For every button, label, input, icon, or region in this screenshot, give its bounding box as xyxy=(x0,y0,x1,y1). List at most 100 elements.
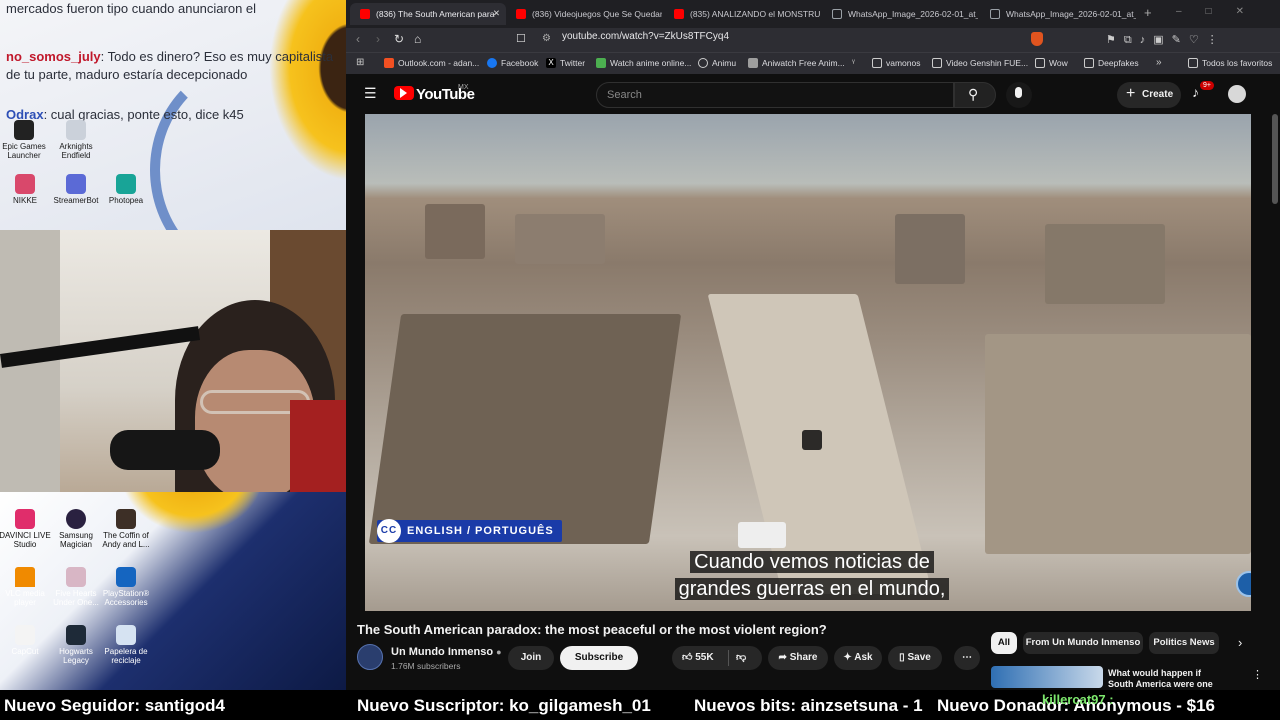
share-button[interactable]: ➦ Share xyxy=(768,646,828,670)
recommended-thumbnail[interactable] xyxy=(991,666,1103,688)
hamburger-menu-icon[interactable]: ☰ xyxy=(364,85,377,102)
video-frame-building xyxy=(1045,224,1165,304)
stream-desktop-top: mercados fueron tipo cuando anunciaron e… xyxy=(0,0,346,230)
microphone-icon xyxy=(1015,87,1022,98)
globe-icon xyxy=(990,9,1000,19)
microsoft-icon xyxy=(384,58,394,68)
microphone xyxy=(110,430,220,470)
ticker-new-bits: Nuevos bits: ainzsetsuna - 1 xyxy=(694,696,923,715)
navigation-bar: ‹ › ↻ ⌂ ☐ ⚙ youtube.com/watch?v=ZkUs8TFC… xyxy=(346,28,1280,52)
chat-message-2: no_somos_july: Todo es dinero? Eso es mu… xyxy=(6,49,334,82)
bookmark-aniwatch[interactable]: Aniwatch Free Anim... xyxy=(748,58,845,68)
desktop-icon-playstation[interactable]: PlayStation® Accessories xyxy=(96,567,156,607)
voice-search-button[interactable] xyxy=(1006,82,1032,108)
arknights-icon xyxy=(66,120,86,140)
video-player[interactable]: CC ENGLISH / PORTUGUÊS Cuando vemos notic… xyxy=(365,114,1251,611)
join-button[interactable]: Join xyxy=(508,646,554,670)
davinci-icon xyxy=(15,509,35,529)
tab-whatsapp-image-1[interactable]: WhatsApp_Image_2026-02-01_at_ xyxy=(822,3,978,25)
tab-youtube-videojuegos[interactable]: (836) Videojuegos Que Se Quedan xyxy=(506,3,662,25)
chevron-right-icon[interactable]: › xyxy=(1238,635,1242,650)
bookmark-folder-deepfakes[interactable]: Deepfakes xyxy=(1084,58,1139,68)
bookmark-folder-genshin[interactable]: Video Genshin FUE... xyxy=(932,58,1028,68)
chip-politics-news[interactable]: Politics News xyxy=(1149,632,1219,654)
folder-icon xyxy=(1188,58,1198,68)
ask-button[interactable]: ✦ Ask xyxy=(834,646,882,670)
channel-watermark-icon[interactable] xyxy=(1236,571,1251,597)
video-frame-building xyxy=(895,214,965,284)
tab-strip: (836) The South American para ✕ (836) Vid… xyxy=(346,0,1280,28)
stream-desktop-bottom: DAVINCI LIVE Studio Samsung Magician The… xyxy=(0,492,346,690)
ticker-new-follower: Nuevo Seguidor: santigod4 xyxy=(4,696,226,715)
video-frame-building xyxy=(425,204,485,259)
tab-youtube-south-american[interactable]: (836) The South American para ✕ xyxy=(350,3,506,25)
desktop-icon-arknights[interactable]: Arknights Endfield xyxy=(46,120,106,160)
bookmark-facebook[interactable]: Facebook xyxy=(487,58,538,68)
bookmark-animu[interactable]: Animu xyxy=(698,58,736,68)
bookmark-folder-wow[interactable]: Wow xyxy=(1035,58,1068,68)
reload-icon[interactable]: ↻ xyxy=(394,32,404,46)
forward-icon[interactable]: › xyxy=(376,32,380,46)
search-input[interactable]: Search xyxy=(596,82,954,108)
chip-from-channel[interactable]: From Un Mundo Inmenso xyxy=(1023,632,1143,654)
vlc-icon xyxy=(15,567,35,587)
channel-name[interactable]: Un Mundo Inmenso ● xyxy=(391,646,502,658)
save-icon: ▯ xyxy=(899,652,905,663)
search-button[interactable]: ⚲ xyxy=(954,82,996,108)
bookmark-folder-vamonos[interactable]: vamonos xyxy=(872,58,921,68)
tab-youtube-analizando[interactable]: (835) ANALIZANDO el MONSTRUO xyxy=(664,3,820,25)
create-button[interactable]: + Create xyxy=(1117,82,1181,108)
hogwarts-icon xyxy=(66,625,86,645)
desktop-icon-recycle-bin[interactable]: Papelera de reciclaje xyxy=(96,625,156,665)
avatar[interactable] xyxy=(1228,85,1246,103)
verified-icon: ● xyxy=(496,647,502,657)
bookmark-pin-icon[interactable]: ᵞ xyxy=(852,57,855,67)
recommended-title[interactable]: What would happen if South America were … xyxy=(1108,668,1228,688)
video-frame-vehicle xyxy=(802,430,822,450)
chip-all[interactable]: All xyxy=(991,632,1017,654)
folder-icon xyxy=(872,58,882,68)
five-hearts-icon xyxy=(66,567,86,587)
folder-icon xyxy=(1035,58,1045,68)
desktop-icon-photopea[interactable]: Photopea xyxy=(96,174,156,205)
more-actions-button[interactable]: ⋯ xyxy=(954,646,980,670)
new-tab-icon[interactable]: + xyxy=(1144,5,1152,20)
aniwatch-icon xyxy=(748,58,758,68)
plus-icon: + xyxy=(1126,85,1136,102)
desktop-icon-coffin[interactable]: The Coffin of Andy and L... xyxy=(96,509,156,549)
video-frame-rubble xyxy=(368,314,682,544)
globe-icon xyxy=(832,9,842,19)
save-button[interactable]: ▯ Save xyxy=(888,646,942,670)
site-info-icon[interactable]: ⚙ xyxy=(542,33,551,44)
window-controls[interactable]: –□✕ xyxy=(1176,6,1268,17)
notifications-bell-icon[interactable]: ♪ xyxy=(1192,84,1199,100)
recycle-bin-icon xyxy=(116,625,136,645)
youtube-icon xyxy=(674,9,684,19)
back-icon[interactable]: ‹ xyxy=(356,32,360,46)
thumbs-down-icon[interactable]: 👎︎ xyxy=(736,646,746,670)
address-bar[interactable]: youtube.com/watch?v=ZkUs8TFCyq4 xyxy=(562,31,729,42)
home-icon[interactable]: ⌂ xyxy=(414,32,421,46)
sparkle-icon: ✦ xyxy=(843,652,852,663)
scrollbar[interactable] xyxy=(1272,114,1278,204)
extension-icons[interactable]: ⚑⧉♪▣✎♡⋮ xyxy=(1106,33,1226,47)
globe-icon xyxy=(698,58,708,68)
like-button[interactable]: 👍︎ 55K 👎︎ xyxy=(672,646,762,670)
tab-whatsapp-image-2[interactable]: WhatsApp_Image_2026-02-01_at_ xyxy=(980,3,1136,25)
channel-avatar[interactable] xyxy=(357,644,383,670)
more-bookmarks-icon[interactable]: » xyxy=(1156,57,1162,68)
bookmark-twitter[interactable]: X Twitter xyxy=(546,58,585,68)
close-tab-icon[interactable]: ✕ xyxy=(493,8,500,19)
apps-grid-icon[interactable]: ⊞ xyxy=(356,57,364,68)
bookmark-watch-anime[interactable]: Watch anime online... xyxy=(596,58,691,68)
folder-icon xyxy=(932,58,942,68)
more-vert-icon[interactable]: ⋮ xyxy=(1252,668,1263,681)
video-frame-rubble xyxy=(985,334,1251,554)
subscribe-button[interactable]: Subscribe xyxy=(560,646,638,670)
youtube-header: ☰ YouTube MX Search ⚲ + Create ♪ 9+ xyxy=(346,74,1280,114)
bookmark-outlook[interactable]: Outlook.com - adan... xyxy=(384,58,479,68)
region-code: MX xyxy=(458,84,469,91)
brave-shield-icon[interactable] xyxy=(1031,32,1043,46)
bookmark-icon[interactable]: ☐ xyxy=(516,32,526,45)
bookmark-all-favorites[interactable]: Todos los favoritos xyxy=(1188,58,1272,68)
